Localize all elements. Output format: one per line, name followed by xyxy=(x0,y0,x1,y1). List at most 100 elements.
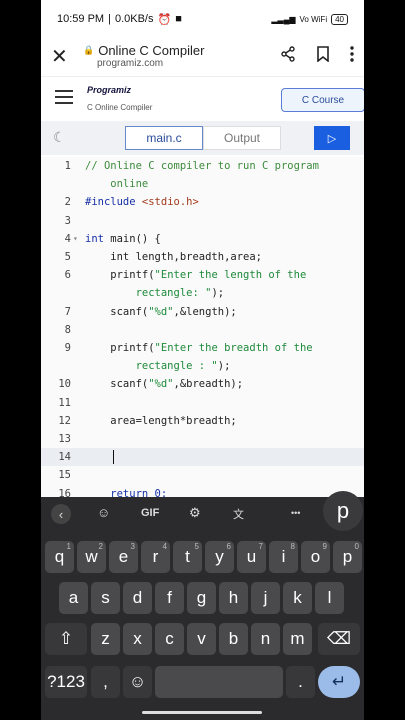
gesture-bar[interactable] xyxy=(142,711,262,714)
key-a[interactable]: a xyxy=(59,582,88,614)
code-text: #include <stdio.h> xyxy=(85,196,199,209)
share-icon[interactable] xyxy=(280,45,296,67)
code-line[interactable]: 1 // Online C compiler to run C program xyxy=(41,157,364,175)
code-line[interactable]: 14 xyxy=(41,448,364,467)
key-i[interactable]: i8 xyxy=(269,541,298,573)
key-c[interactable]: c xyxy=(155,623,184,655)
shift-key[interactable]: ⇧ xyxy=(45,623,87,655)
space-key[interactable] xyxy=(155,666,283,698)
editor-tab-bar: ☾ main.c Output ▷ xyxy=(41,121,364,155)
symbols-key[interactable]: ?123 xyxy=(45,666,87,698)
chevron-left-icon[interactable]: ‹ xyxy=(51,504,71,524)
code-text: printf("Enter the length of the xyxy=(85,269,307,282)
key-s[interactable]: s xyxy=(91,582,120,614)
code-line[interactable]: 10 scanf("%d",&breadth); xyxy=(41,375,364,393)
line-number: 3 xyxy=(64,214,71,227)
key-j[interactable]: j xyxy=(251,582,280,614)
line-number: 12 xyxy=(58,414,71,427)
logo-subtitle: C Online Compiler xyxy=(87,103,153,112)
bookmark-icon[interactable] xyxy=(316,45,330,67)
code-text: rectangle: "); xyxy=(85,287,225,300)
c-course-button[interactable]: C Course xyxy=(281,88,364,112)
key-d[interactable]: d xyxy=(123,582,152,614)
key-m[interactable]: m xyxy=(283,623,312,655)
translate-icon[interactable]: 文 xyxy=(233,506,244,522)
key-t[interactable]: t5 xyxy=(173,541,202,573)
sticker-icon[interactable]: ☺ xyxy=(97,505,110,520)
key-o[interactable]: o9 xyxy=(301,541,330,573)
code-line[interactable]: 2 #include <stdio.h> xyxy=(41,193,364,211)
more-icon[interactable]: ••• xyxy=(291,508,300,518)
code-text: // Online C compiler to run C program xyxy=(85,160,319,172)
fold-arrow-icon[interactable]: ▾ xyxy=(73,230,78,248)
text-cursor xyxy=(113,450,114,465)
run-button[interactable]: ▷ xyxy=(314,126,350,150)
more-vert-icon[interactable] xyxy=(350,45,354,67)
code-text: area=length*breadth; xyxy=(85,414,237,427)
battery-icon: 40 xyxy=(331,13,348,25)
code-line[interactable]: 16 return 0; xyxy=(41,485,364,497)
address-bar[interactable]: 🔒 Online C Compiler programiz.com xyxy=(83,43,280,69)
phone-screen: 10:59 PM | 0.0KB/s ⏰ ■ ▂▃▄▆ Vo WiFi 40 ✕… xyxy=(41,0,364,720)
key-h[interactable]: h xyxy=(219,582,248,614)
line-number: 14 xyxy=(58,451,71,464)
code-text: printf("Enter the breadth of the xyxy=(85,342,313,354)
key-l[interactable]: l xyxy=(315,582,344,614)
keyboard: ‹ ☺ GIF ⚙ 文 ••• p q1w2e3r4t5y6u7i8o9p0 as… xyxy=(41,491,364,720)
code-line[interactable]: 3 xyxy=(41,212,364,230)
code-line[interactable]: rectangle: "); xyxy=(41,284,364,302)
line-number: 6 xyxy=(64,269,71,282)
code-text: scanf("%d",&breadth); xyxy=(85,378,244,391)
code-line[interactable]: rectangle : "); xyxy=(41,357,364,375)
key-e[interactable]: e3 xyxy=(109,541,138,573)
period-key[interactable]: . xyxy=(286,666,315,698)
key-preview-bubble: p xyxy=(323,491,363,531)
comma-key[interactable]: , xyxy=(91,666,120,698)
key-v[interactable]: v xyxy=(187,623,216,655)
key-p[interactable]: p0 xyxy=(333,541,362,573)
code-line[interactable]: 13 xyxy=(41,430,364,448)
code-line[interactable]: 9 printf("Enter the breadth of the xyxy=(41,339,364,357)
code-line[interactable]: 5 int length,breadth,area; xyxy=(41,248,364,266)
code-line[interactable]: 6 printf("Enter the length of the xyxy=(41,266,364,284)
dark-mode-icon[interactable]: ☾ xyxy=(53,129,66,146)
browser-bar: ✕ 🔒 Online C Compiler programiz.com xyxy=(41,38,364,74)
gear-icon[interactable]: ⚙ xyxy=(189,505,201,521)
menu-icon[interactable] xyxy=(55,90,73,108)
key-w[interactable]: w2 xyxy=(77,541,106,573)
tab-main-c[interactable]: main.c xyxy=(125,126,203,150)
gif-button[interactable]: GIF xyxy=(141,507,159,519)
code-editor[interactable]: 1 // Online C compiler to run C program o… xyxy=(41,157,364,497)
programiz-logo[interactable]: Programiz xyxy=(87,85,131,95)
signal-icon: ▂▃▄▆ xyxy=(271,14,296,24)
code-line[interactable]: 12 area=length*breadth; xyxy=(41,412,364,430)
key-g[interactable]: g xyxy=(187,582,216,614)
key-x[interactable]: x xyxy=(123,623,152,655)
key-r[interactable]: r4 xyxy=(141,541,170,573)
key-u[interactable]: u7 xyxy=(237,541,266,573)
key-n[interactable]: n xyxy=(251,623,280,655)
code-line[interactable]: 15 xyxy=(41,466,364,484)
code-text: return 0; xyxy=(85,487,168,497)
code-line[interactable]: 11 xyxy=(41,394,364,412)
tab-output[interactable]: Output xyxy=(203,126,281,150)
emoji-key[interactable]: ☺ xyxy=(123,666,152,698)
key-f[interactable]: f xyxy=(155,582,184,614)
key-y[interactable]: y6 xyxy=(205,541,234,573)
key-z[interactable]: z xyxy=(91,623,120,655)
key-k[interactable]: k xyxy=(283,582,312,614)
status-time: 10:59 PM xyxy=(57,13,105,25)
backspace-key[interactable]: ⌫ xyxy=(318,623,360,655)
code-line[interactable]: 8 xyxy=(41,321,364,339)
enter-key[interactable]: ↵ xyxy=(318,666,360,698)
code-line[interactable]: 4 ▾ int main() { xyxy=(41,230,364,248)
alarm-icon: ⏰ xyxy=(157,13,172,26)
line-number: 13 xyxy=(58,433,71,445)
close-icon[interactable]: ✕ xyxy=(51,44,73,69)
key-q[interactable]: q1 xyxy=(45,541,74,573)
code-line[interactable]: 7 scanf("%d",&length); xyxy=(41,303,364,321)
line-number: 9 xyxy=(64,342,71,354)
key-b[interactable]: b xyxy=(219,623,248,655)
line-number: 4 xyxy=(64,232,71,245)
code-line[interactable]: online xyxy=(41,175,364,193)
